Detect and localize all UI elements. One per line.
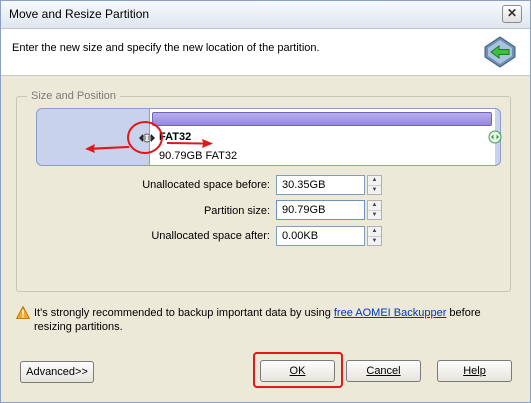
warning-text-before: It's strongly recommended to backup impo…	[34, 307, 334, 319]
instruction-text: Enter the new size and specify the new l…	[12, 42, 320, 54]
help-button-label: Help	[463, 365, 486, 377]
help-button[interactable]: Help	[437, 360, 512, 382]
close-icon: ✕	[506, 6, 518, 20]
partition-size-field-label: Partition size:	[203, 205, 270, 217]
unallocated-after-field[interactable]: 0.00KB	[276, 226, 365, 246]
warning-icon	[16, 306, 30, 319]
move-resize-dialog: Move and Resize Partition ✕ Enter the ne…	[0, 0, 531, 403]
advanced-button[interactable]: Advanced>>	[20, 361, 94, 383]
unallocated-after-value: 0.00KB	[282, 230, 319, 242]
backupper-link[interactable]: free AOMEI Backupper	[334, 307, 447, 319]
partition-strip[interactable]	[152, 112, 492, 126]
annotation-arrow-left-icon	[85, 144, 129, 153]
annotation-arrow-right-icon	[167, 139, 213, 148]
cancel-button[interactable]: Cancel	[346, 360, 421, 382]
instruction-header: Enter the new size and specify the new l…	[1, 29, 530, 76]
annotation-circle	[127, 121, 163, 154]
cancel-button-label: Cancel	[366, 365, 401, 377]
advanced-button-label: Advanced>>	[26, 366, 88, 378]
unallocated-before-value: 30.35GB	[282, 179, 326, 191]
unallocated-before-spinner[interactable]: ▲ ▼	[367, 175, 382, 195]
group-legend: Size and Position	[27, 90, 120, 102]
resize-handle-right-icon[interactable]	[488, 130, 502, 144]
partition-size-value: 90.79GB	[282, 204, 326, 216]
close-button[interactable]: ✕	[502, 5, 522, 23]
warning-message: It's strongly recommended to backup impo…	[34, 306, 504, 334]
unallocated-before-label: Unallocated space before:	[142, 179, 270, 191]
unallocated-after-label: Unallocated space after:	[151, 230, 270, 242]
ok-button[interactable]: OK	[260, 360, 335, 382]
title-bar: Move and Resize Partition ✕	[1, 1, 530, 29]
partition-size-label: 90.79GB FAT32	[159, 150, 238, 162]
window-title: Move and Resize Partition	[9, 7, 150, 21]
partition-size-spinner[interactable]: ▲ ▼	[367, 200, 382, 220]
back-arrow-icon	[484, 36, 516, 68]
partition-size-field[interactable]: 90.79GB	[276, 200, 365, 220]
unallocated-after-spinner[interactable]: ▲ ▼	[367, 226, 382, 246]
ok-button-label: OK	[289, 365, 306, 377]
unallocated-before-field[interactable]: 30.35GB	[276, 175, 365, 195]
